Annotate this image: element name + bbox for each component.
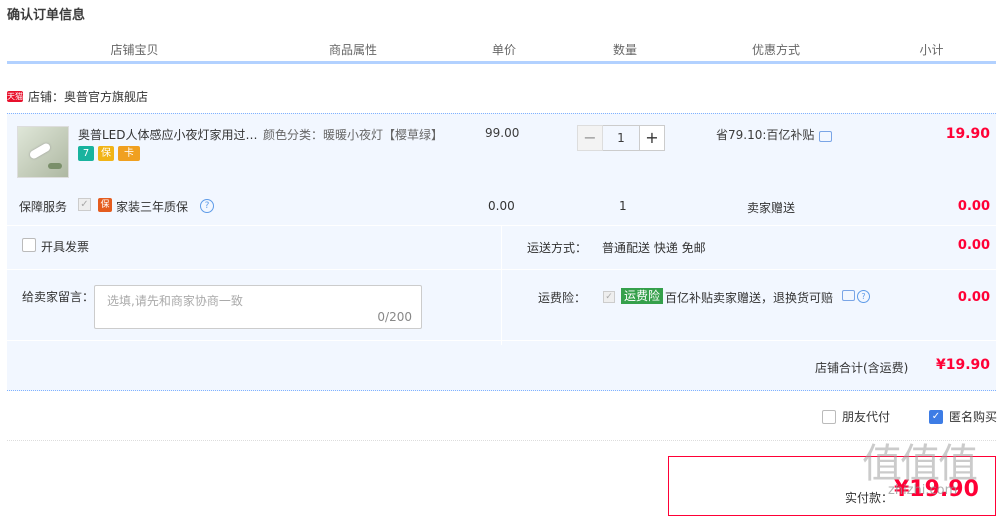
anonymous-buy-label: 匿名购买 <box>949 410 998 424</box>
chat-bubble-icon[interactable] <box>842 290 855 301</box>
unit-price: 99.00 <box>485 126 520 140</box>
help-icon[interactable]: ? <box>200 199 214 213</box>
insurance-badge: 运费险 <box>621 288 664 304</box>
warranty-badge-icon: 保 <box>98 198 112 212</box>
insurance-checkbox[interactable]: ✓ <box>603 291 615 303</box>
seven-day-return-icon: 7 <box>78 146 94 161</box>
message-placeholder: 选填,请先和商家协商一致 <box>107 294 243 308</box>
anonymous-buy-option[interactable]: ✓ 匿名购买 <box>929 408 997 425</box>
discount-text: 省79.10:百亿补贴 <box>716 128 815 142</box>
insurance-icons: ? <box>842 290 870 303</box>
watermark-url: zhizhi.com <box>888 483 958 498</box>
quantity-input[interactable]: 1 <box>603 125 639 151</box>
chat-bubble-icon[interactable] <box>819 131 833 142</box>
store-line: 天猫 店铺：奥普官方旗舰店 <box>7 88 148 105</box>
quantity-decrease-button[interactable]: − <box>577 125 603 151</box>
warranty-text: 家装三年质保 <box>116 200 189 214</box>
store-total-value: ¥19.90 <box>935 357 990 373</box>
insurance-text: 百亿补贴卖家赠送，退换货可赔 <box>665 291 834 305</box>
invoice-checkbox[interactable] <box>22 238 36 252</box>
col-price: 单价 <box>491 43 516 57</box>
discount-info: 省79.10:百亿补贴 <box>716 126 833 143</box>
col-quantity: 数量 <box>612 43 637 57</box>
divider <box>7 440 996 441</box>
payment-label: 实付款： <box>845 491 894 505</box>
friend-pay-label: 朋友代付 <box>842 410 891 424</box>
quantity-stepper: − 1 + <box>577 125 665 151</box>
friend-pay-option[interactable]: 朋友代付 <box>822 408 890 425</box>
col-discount: 优惠方式 <box>751 43 800 57</box>
warranty-quantity: 1 <box>619 199 627 213</box>
store-name[interactable]: 店铺：奥普官方旗舰店 <box>28 88 148 105</box>
insurance-fee: 0.00 <box>957 290 990 305</box>
product-attribute: 颜色分类：暖暖小夜灯【樱草绿】 <box>263 128 444 142</box>
tmall-badge-icon: 天猫 <box>7 91 23 102</box>
warranty-label: 保障服务 <box>19 200 68 214</box>
shipping-method: 普通配送 快递 免邮 <box>602 241 706 255</box>
col-subtotal: 小计 <box>919 43 944 57</box>
help-icon[interactable]: ? <box>857 290 870 303</box>
page-title: 确认订单信息 <box>7 8 86 23</box>
credit-card-icon: 卡 <box>118 146 140 161</box>
product-image[interactable] <box>17 126 69 178</box>
message-char-count: 0/200 <box>377 310 412 324</box>
col-store-item: 店铺宝贝 <box>110 43 159 57</box>
shipping-label: 运送方式： <box>527 241 588 255</box>
warranty-checkbox[interactable]: ✓ <box>78 198 91 211</box>
anonymous-buy-checkbox[interactable]: ✓ <box>929 409 943 424</box>
watermark-logo: 值值值 <box>862 441 978 487</box>
product-title[interactable]: 奥普LED人体感应小夜灯家用过道… <box>78 126 258 143</box>
warranty-price: 0.00 <box>488 199 515 213</box>
order-block: 奥普LED人体感应小夜灯家用过道… 7 保 卡 颜色分类：暖暖小夜灯【樱草绿】 … <box>7 113 996 391</box>
warranty-subtotal: 0.00 <box>957 199 990 214</box>
guarantee-icon: 保 <box>98 146 114 161</box>
item-subtotal: 19.90 <box>945 126 990 142</box>
shipping-fee: 0.00 <box>957 238 990 253</box>
message-label: 给卖家留言： <box>22 290 95 304</box>
invoice-label[interactable]: 开具发票 <box>41 238 89 255</box>
column-header: 店铺宝贝 商品属性 单价 数量 优惠方式 小计 <box>7 39 996 64</box>
store-total-label: 店铺合计(含运费) <box>815 361 909 375</box>
col-attribute: 商品属性 <box>328 43 377 57</box>
quantity-increase-button[interactable]: + <box>639 125 665 151</box>
insurance-label: 运费险： <box>538 291 587 305</box>
message-textarea[interactable]: 选填,请先和商家协商一致 0/200 <box>94 285 422 329</box>
friend-pay-checkbox[interactable] <box>822 409 836 424</box>
warranty-gift: 卖家赠送 <box>747 201 796 215</box>
